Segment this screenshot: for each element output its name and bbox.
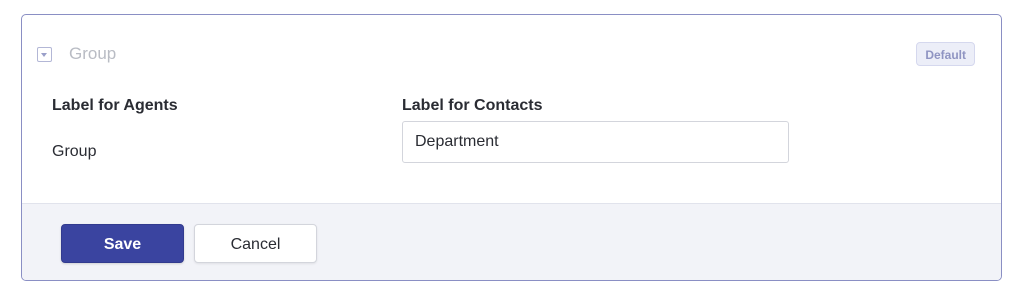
field-edit-card: Group Default Label for Agents Label for… <box>21 14 1002 281</box>
form-footer: Save Cancel <box>22 203 1001 280</box>
agents-label-heading: Label for Agents <box>52 97 178 114</box>
contacts-label-heading: Label for Contacts <box>402 97 543 114</box>
chevron-down-icon[interactable] <box>37 47 52 62</box>
contacts-label-input[interactable] <box>402 121 789 163</box>
field-title: Group <box>69 44 117 63</box>
field-header: Group Default <box>22 15 1001 85</box>
cancel-button[interactable]: Cancel <box>194 224 317 263</box>
toggle-triangle <box>41 53 47 57</box>
default-badge: Default <box>916 42 975 66</box>
save-button[interactable]: Save <box>61 224 184 263</box>
agents-label-value: Group <box>52 143 97 160</box>
